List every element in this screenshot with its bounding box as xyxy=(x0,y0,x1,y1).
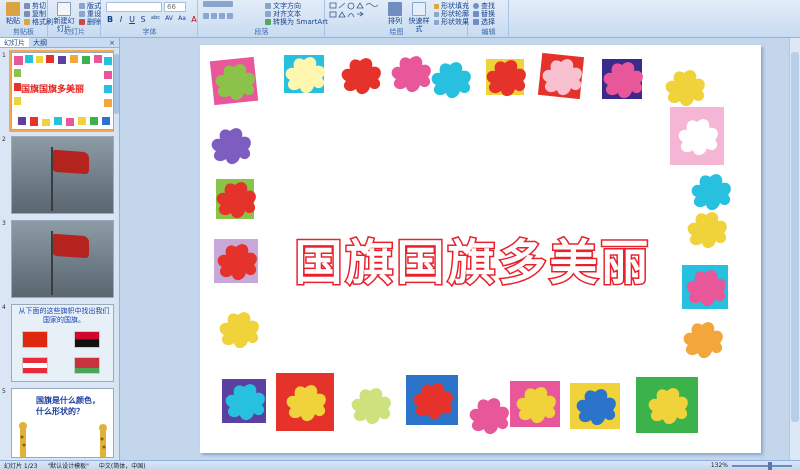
justify-icon xyxy=(227,13,233,19)
tab-outline[interactable]: 大纲 xyxy=(29,38,51,47)
bold-button[interactable]: B xyxy=(106,15,114,24)
strikethrough-button[interactable]: S xyxy=(139,15,147,24)
slides-group: 新建幻灯片 版式 重设 删除 幻灯片 xyxy=(49,0,101,38)
thumbnail-title: 国旗国旗多美丽 xyxy=(21,85,85,95)
paste-icon xyxy=(6,2,20,16)
delete-icon xyxy=(79,19,85,25)
align-center-icon xyxy=(211,13,217,19)
select-icon xyxy=(473,19,479,25)
slide-preview: 国旗是什么颜色，什么形状的？ xyxy=(11,388,114,458)
paragraph-group-label: 段落 xyxy=(254,28,269,36)
clipboard-group: 粘贴 剪切 复制 格式刷 剪贴板 xyxy=(0,0,53,38)
new-slide-icon xyxy=(57,2,71,16)
slide-number: 1 xyxy=(2,52,6,59)
paragraph-group: 文字方向 对齐文本 转换为 SmartArt 段落 xyxy=(199,0,328,38)
arrange-button[interactable]: 排列 xyxy=(384,2,406,25)
arrange-icon xyxy=(388,2,402,16)
font-name-box[interactable] xyxy=(106,2,162,12)
flag-photo xyxy=(12,137,113,213)
austria-flag xyxy=(22,357,48,374)
editing-group-label: 编辑 xyxy=(481,28,496,36)
italic-button[interactable]: I xyxy=(117,15,125,24)
shapes-icon xyxy=(329,2,379,18)
giraffe-decor xyxy=(19,422,107,457)
slide-preview: 国旗国旗多美丽 xyxy=(9,50,116,132)
drawing-group: 排列 快速样式 形状填充 形状轮廓 形状效果 绘图 xyxy=(326,0,469,38)
zoom-control: 132% xyxy=(710,461,792,470)
outline-icon xyxy=(434,11,439,17)
theme-name: "默认设计模板" xyxy=(47,463,89,470)
close-icon[interactable]: × xyxy=(105,38,119,47)
editing-group: 查找 替换 选择 编辑 xyxy=(469,0,509,38)
bullets-icon xyxy=(203,1,233,7)
slide-index: 幻灯片 1/23 xyxy=(4,463,38,470)
flag-photo xyxy=(12,221,113,297)
angola-flag xyxy=(74,331,100,348)
delete-slide-button[interactable]: 删除 xyxy=(79,17,101,27)
slide-preview xyxy=(11,136,114,214)
font-size-box[interactable]: 66 xyxy=(164,2,186,12)
case-button[interactable]: Aa xyxy=(177,15,187,24)
align-right-icon xyxy=(219,13,225,19)
slides-group-label: 幻灯片 xyxy=(64,28,85,36)
slide-preview: 从下面的这些旗帜中找出我们国家的国旗。 xyxy=(11,304,114,382)
font-color-button[interactable]: A xyxy=(190,15,198,24)
zoom-slider[interactable] xyxy=(732,461,792,470)
slide-number: 2 xyxy=(2,136,6,143)
shapes-gallery[interactable] xyxy=(329,2,381,24)
align-buttons[interactable] xyxy=(203,13,233,19)
smartart-icon xyxy=(265,19,271,25)
flags-quiz-preview: 从下面的这些旗帜中找出我们国家的国旗。 xyxy=(12,305,113,381)
ribbon: 粘贴 剪切 复制 格式刷 剪贴板 新建幻灯片 版式 重设 删除 幻灯片 66 B… xyxy=(0,0,800,38)
editor-scrollbar[interactable] xyxy=(789,38,800,460)
panel-tabs: 幻灯片 大纲 × xyxy=(0,38,119,48)
font-group: 66 B I U S abc AV Aa A 字体 xyxy=(102,0,198,38)
slide-editor: 国旗国旗多美丽 xyxy=(121,38,800,460)
convert-smartart-button[interactable]: 转换为 SmartArt xyxy=(265,17,328,27)
china-flag xyxy=(22,331,48,348)
drawing-group-label: 绘图 xyxy=(389,28,404,36)
slide-number: 4 xyxy=(2,304,6,311)
slides-panel: 幻灯片 大纲 × 1 国旗国旗多美丽 2 3 4 从下面的这些旗帜中找出我们国家… xyxy=(0,38,120,460)
slide-preview xyxy=(11,220,114,298)
font-size-value: 66 xyxy=(167,3,176,11)
belarus-flag xyxy=(74,357,100,374)
panel-scrollbar[interactable] xyxy=(114,48,119,460)
fill-bucket-icon xyxy=(434,3,439,9)
shape-effects-button[interactable]: 形状效果 xyxy=(434,17,469,27)
spacing-button[interactable]: AV xyxy=(164,15,174,24)
language-indicator: 中文(简体，中国) xyxy=(98,463,146,470)
font-format-buttons: B I U S abc AV Aa A xyxy=(106,15,198,24)
clipboard-group-label: 剪贴板 xyxy=(13,28,34,36)
underline-button[interactable]: U xyxy=(128,15,136,24)
tab-slides[interactable]: 幻灯片 xyxy=(0,38,29,47)
bullets-button[interactable] xyxy=(203,1,233,7)
select-button[interactable]: 选择 xyxy=(473,17,495,27)
thumbnail-text: 从下面的这些旗帜中找出我们国家的国旗。 xyxy=(18,307,110,324)
quick-styles-icon xyxy=(412,2,426,16)
align-left-icon xyxy=(203,13,209,19)
question-slide-preview: 国旗是什么颜色，什么形状的？ xyxy=(12,389,113,457)
title-slide-preview: 国旗国旗多美丽 xyxy=(12,53,113,129)
shadow-button[interactable]: abc xyxy=(150,15,161,24)
slide-number: 3 xyxy=(2,220,6,227)
font-group-label: 字体 xyxy=(142,28,157,36)
slide-number: 5 xyxy=(2,388,6,395)
effects-icon xyxy=(434,19,439,25)
status-bar: 幻灯片 1/23 "默认设计模板" 中文(简体，中国) 132% xyxy=(0,460,800,470)
brush-icon xyxy=(24,19,30,25)
current-slide[interactable]: 国旗国旗多美丽 xyxy=(200,45,761,453)
zoom-level: 132% xyxy=(710,462,728,469)
paste-button[interactable]: 粘贴 xyxy=(2,2,24,25)
slide-title[interactable]: 国旗国旗多美丽 xyxy=(284,223,662,293)
